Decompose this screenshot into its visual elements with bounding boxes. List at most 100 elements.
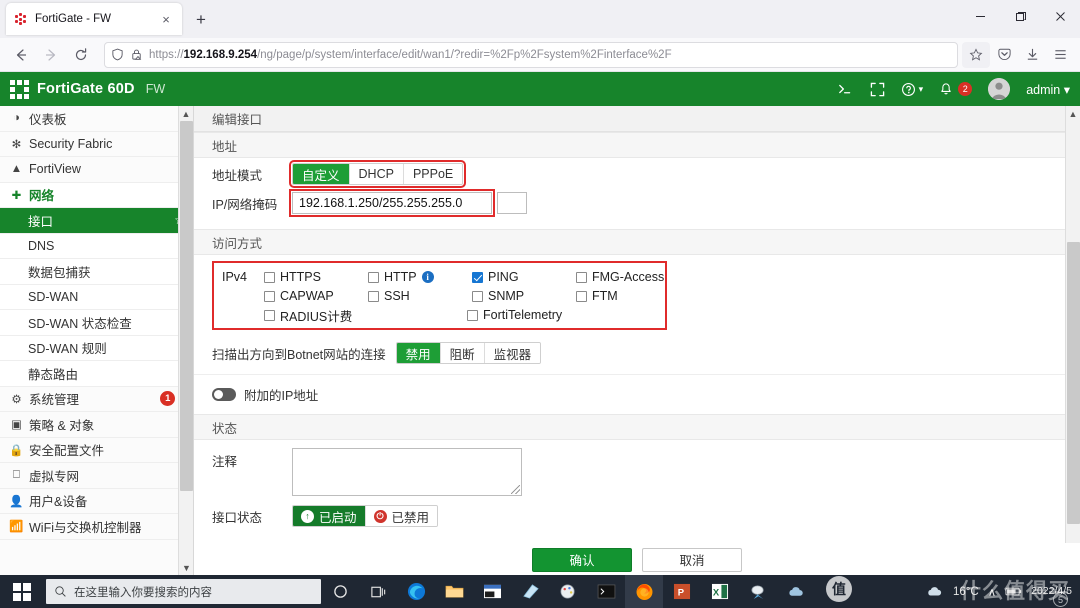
wps-icon[interactable]: [739, 575, 777, 608]
address-bar[interactable]: https://192.168.9.254/ng/page/p/system/i…: [104, 41, 958, 68]
checkbox-https[interactable]: HTTPS: [264, 269, 368, 285]
reload-icon[interactable]: [66, 42, 96, 68]
sidebar-item-user-device[interactable]: 👤 用户&设备 ›: [0, 489, 193, 514]
interface-state-segmented[interactable]: ↑ 已启动 ⏻ 已禁用: [292, 505, 439, 527]
sidebar-item-dashboard[interactable]: ◑ 仪表板 ›: [0, 106, 193, 132]
checkbox-ping[interactable]: PING: [472, 269, 576, 285]
snipping-tool-icon[interactable]: [473, 575, 511, 608]
comments-textarea[interactable]: [292, 448, 522, 496]
secondary-ip-toggle[interactable]: [212, 388, 236, 401]
botnet-option-block[interactable]: 阻断: [440, 343, 485, 363]
battery-icon[interactable]: [1005, 586, 1022, 597]
sidebar-item-policy-objects[interactable]: ▣ 策略 & 对象 ›: [0, 412, 193, 438]
botnet-scan-segmented[interactable]: 禁用 阻断 监视器: [395, 342, 542, 364]
close-icon[interactable]: ×: [158, 11, 174, 27]
cloud-icon[interactable]: [777, 575, 815, 608]
tray-clock[interactable]: 2022/4/5: [1031, 585, 1072, 597]
sidebar-item-wifi-switch-controller[interactable]: 📶 WiFi与交换机控制器 ›: [0, 514, 193, 540]
windows-start-icon[interactable]: [0, 575, 44, 608]
browser-tab[interactable]: FortiGate - FW ×: [6, 3, 182, 35]
ok-button[interactable]: 确认: [532, 547, 632, 572]
checkbox-icon[interactable]: [368, 271, 379, 283]
checkbox-ssh[interactable]: SSH: [368, 288, 472, 304]
excel-icon[interactable]: X: [701, 575, 739, 608]
checkbox-fortitelemetry[interactable]: FortiTelemetry: [467, 307, 576, 323]
checkbox-icon[interactable]: [264, 271, 275, 283]
admin-menu[interactable]: admin ▾: [1026, 82, 1070, 97]
file-explorer-icon[interactable]: [435, 575, 473, 608]
addressing-mode-option-dhcp[interactable]: DHCP: [349, 164, 404, 184]
addressing-mode-segmented[interactable]: 自定义 DHCP PPPoE: [288, 160, 467, 188]
ip-netmask-secondary-input[interactable]: [497, 192, 527, 214]
botnet-option-disable[interactable]: 禁用: [396, 343, 441, 363]
sidebar-scrollbar-thumb[interactable]: [180, 121, 193, 491]
help-icon[interactable]: ▾: [901, 82, 923, 97]
checkbox-http[interactable]: HTTP i: [368, 269, 472, 285]
sidebar-item-dns[interactable]: DNS: [0, 233, 193, 259]
sidebar-item-sdwan-status-check[interactable]: SD-WAN 状态检查: [0, 310, 193, 336]
maximize-icon[interactable]: [1000, 0, 1040, 32]
weather-cloud-icon[interactable]: [926, 585, 944, 598]
content-scrollbar-thumb[interactable]: [1067, 242, 1080, 524]
checkbox-icon[interactable]: [368, 290, 379, 302]
sidebar-item-interface[interactable]: 接口 ☆: [0, 208, 193, 234]
sidebar-item-security-profiles[interactable]: 🔒 安全配置文件 ›: [0, 438, 193, 463]
addressing-mode-option-manual[interactable]: 自定义: [293, 164, 350, 184]
sidebar-item-packet-capture[interactable]: 数据包捕获: [0, 259, 193, 285]
checkbox-icon[interactable]: [576, 271, 587, 283]
close-icon[interactable]: [1040, 0, 1080, 32]
sidebar-item-sdwan[interactable]: SD-WAN: [0, 284, 193, 310]
firefox-icon[interactable]: [625, 575, 663, 608]
interface-state-option-enabled[interactable]: ↑ 已启动: [293, 506, 366, 526]
content-scrollbar[interactable]: ▲ ▼: [1065, 106, 1080, 575]
forward-icon[interactable]: [36, 42, 66, 68]
new-tab-button[interactable]: +: [188, 7, 214, 33]
tray-overflow-chevron-icon[interactable]: ∧: [988, 585, 996, 599]
task-view-icon[interactable]: [359, 575, 397, 608]
cli-console-icon[interactable]: [838, 82, 854, 96]
powerpoint-icon[interactable]: P: [663, 575, 701, 608]
checkbox-ftm[interactable]: FTM: [576, 288, 676, 304]
sidebar-item-sdwan-rules[interactable]: SD-WAN 规则: [0, 335, 193, 361]
checkbox-icon[interactable]: [264, 290, 275, 302]
cortana-icon[interactable]: [321, 575, 359, 608]
interface-state-option-disabled[interactable]: ⏻ 已禁用: [365, 506, 438, 526]
checkbox-icon[interactable]: [472, 271, 483, 283]
sidebar-item-vpn[interactable]: ⎕ 虚拟专网 ›: [0, 463, 193, 489]
back-icon[interactable]: [6, 42, 36, 68]
downloads-icon[interactable]: [1018, 42, 1046, 68]
scroll-up-icon[interactable]: ▲: [1066, 106, 1080, 121]
sidebar-scrollbar[interactable]: ▲ ▼: [178, 106, 193, 575]
onenote-icon[interactable]: [511, 575, 549, 608]
alerts-bell-icon[interactable]: 2: [939, 82, 973, 97]
sidebar-item-fortiview[interactable]: ▲ FortiView ›: [0, 157, 193, 183]
sidebar-item-security-fabric[interactable]: ✻ Security Fabric ›: [0, 132, 193, 157]
terminal-icon[interactable]: [587, 575, 625, 608]
sidebar-item-static-route[interactable]: 静态路由: [0, 361, 193, 387]
edge-icon[interactable]: [397, 575, 435, 608]
sidebar-item-network[interactable]: ✚ 网络 ⌄: [0, 182, 193, 208]
ip-netmask-input[interactable]: 192.168.1.250/255.255.255.0: [289, 189, 495, 217]
avatar[interactable]: [988, 78, 1011, 100]
fullscreen-icon[interactable]: [870, 82, 885, 97]
botnet-option-monitor[interactable]: 监视器: [484, 343, 541, 363]
checkbox-icon[interactable]: [264, 309, 275, 321]
scroll-up-icon[interactable]: ▲: [179, 106, 193, 121]
sidebar-item-system[interactable]: ⚙ 系统管理 1 ›: [0, 387, 193, 412]
app-menu-icon[interactable]: [1046, 42, 1074, 68]
lock-warning-icon[interactable]: [130, 48, 143, 61]
scroll-down-icon[interactable]: ▼: [179, 560, 193, 575]
addressing-mode-option-pppoe[interactable]: PPPoE: [403, 164, 463, 184]
checkbox-radius-accounting[interactable]: RADIUS计费: [264, 307, 368, 324]
checkbox-snmp[interactable]: SNMP: [472, 288, 576, 304]
minimize-icon[interactable]: [960, 0, 1000, 32]
checkbox-icon[interactable]: [472, 290, 483, 302]
taskbar-search-input[interactable]: 在这里输入你要搜索的内容: [46, 579, 321, 604]
cancel-button[interactable]: 取消: [642, 547, 742, 572]
checkbox-icon[interactable]: [576, 290, 587, 302]
checkbox-capwap[interactable]: CAPWAP: [264, 288, 368, 304]
checkbox-icon[interactable]: [467, 309, 478, 321]
shield-icon[interactable]: [111, 48, 124, 61]
save-to-pocket-icon[interactable]: [990, 42, 1018, 68]
paint-icon[interactable]: [549, 575, 587, 608]
